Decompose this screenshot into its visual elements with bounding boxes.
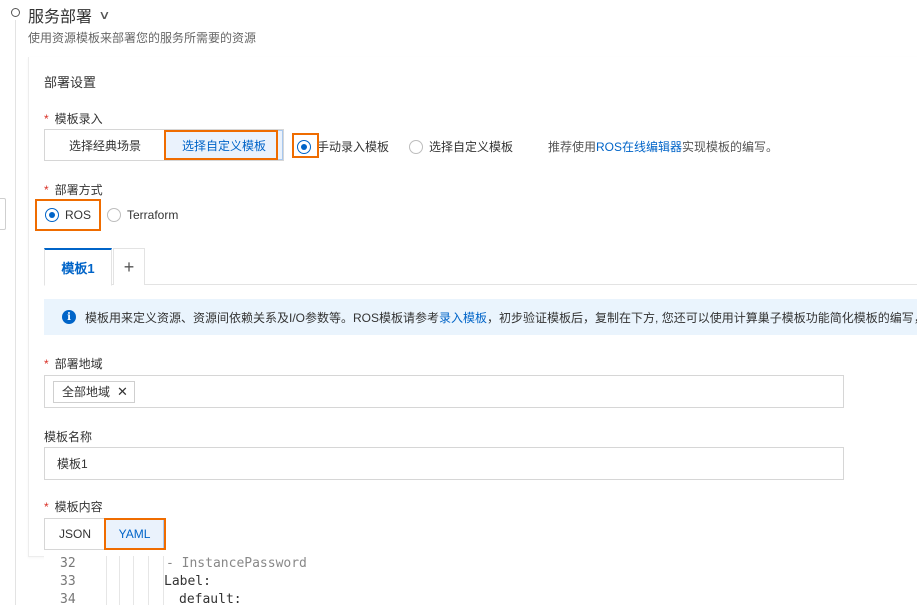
code-line: - InstancePassword	[166, 556, 307, 571]
section-header[interactable]: 服务部署 ∨	[28, 3, 111, 27]
tab-template-1[interactable]: 模板1	[44, 248, 112, 286]
radio-unchecked-icon[interactable]	[409, 139, 423, 154]
entry-template-link[interactable]: 录入模板	[439, 309, 487, 326]
template-content-label: * 模板内容	[44, 500, 103, 514]
template-name-label: 模板名称	[44, 430, 93, 444]
highlight-box	[35, 199, 101, 231]
close-icon[interactable]: ✕	[117, 384, 128, 400]
plus-icon[interactable]: +	[113, 248, 145, 285]
line-number: 34	[60, 592, 76, 605]
required-mark: *	[44, 500, 49, 514]
code-line: Label:	[164, 574, 211, 589]
step-indicator-icon	[11, 8, 20, 17]
section-description: 使用资源模板来部署您的服务所需要的资源	[28, 31, 257, 45]
radio-choose-custom-template[interactable]: 选择自定义模板	[409, 138, 513, 155]
deploy-settings-title: 部署设置	[44, 75, 97, 90]
required-mark: *	[44, 112, 49, 126]
region-label: * 部署地域	[44, 357, 103, 371]
highlight-box	[164, 130, 278, 160]
indent-guide	[148, 556, 149, 605]
step-timeline	[15, 20, 16, 605]
section-title: 服务部署	[28, 9, 93, 26]
radio-unchecked-icon[interactable]	[107, 208, 121, 222]
chevron-down-icon[interactable]: ∨	[98, 8, 110, 22]
segment-classic-scene[interactable]: 选择经典场景	[45, 130, 165, 160]
highlight-box	[292, 133, 319, 158]
template-name-input[interactable]: 模板1	[44, 447, 844, 480]
code-editor[interactable]: 32 - InstancePassword 33 Label: 34 defau…	[44, 556, 917, 605]
indent-guide	[106, 556, 107, 605]
template-entry-label: * 模板录入	[44, 112, 103, 126]
deploy-method-label: * 部署方式	[44, 183, 103, 197]
region-select[interactable]: 全部地域 ✕	[44, 375, 844, 408]
highlight-box	[104, 518, 166, 550]
editor-hint: 推荐使用ROS在线编辑器实现模板的编写。	[548, 140, 779, 154]
code-line: default:	[179, 592, 242, 605]
ros-editor-link[interactable]: ROS在线编辑器	[596, 140, 682, 154]
indent-guide	[119, 556, 120, 605]
template-name-value: 模板1	[57, 457, 88, 471]
indent-guide	[133, 556, 134, 605]
template-tabs	[44, 248, 917, 285]
line-number: 33	[60, 574, 76, 589]
region-tag: 全部地域 ✕	[53, 380, 135, 403]
required-mark: *	[44, 183, 49, 197]
info-icon: i	[62, 310, 76, 324]
info-banner: i 模板用来定义资源、资源间依赖关系及I/O参数等。ROS模板请参考 录入模板 ，初…	[44, 299, 917, 335]
side-panel-handle[interactable]	[0, 198, 6, 230]
required-mark: *	[44, 357, 49, 371]
line-number: 32	[60, 556, 76, 571]
format-json-button[interactable]: JSON	[45, 519, 105, 549]
radio-terraform[interactable]: Terraform	[107, 208, 178, 222]
